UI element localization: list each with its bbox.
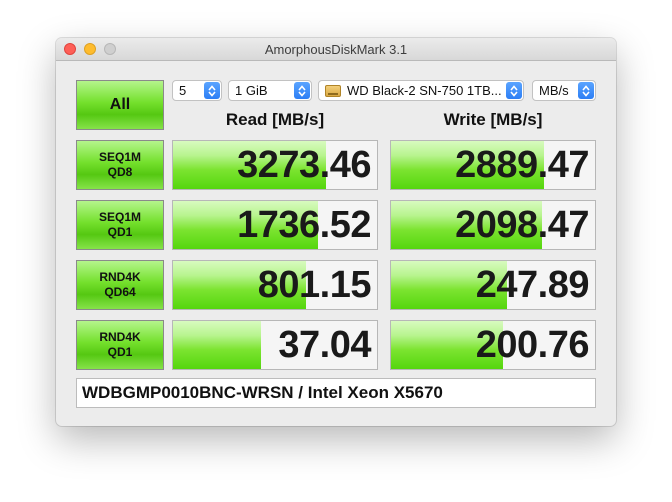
test-label-line2: QD8	[107, 165, 133, 179]
read-result-cell: 801.15	[172, 260, 378, 310]
read-value: 3273.46	[237, 143, 371, 186]
title-bar: AmorphousDiskMark 3.1	[56, 38, 616, 61]
read-result-cell: 37.04	[172, 320, 378, 370]
drive-value: WD Black-2 SN-750 1TB...	[347, 83, 502, 98]
write-result-cell: 247.89	[390, 260, 596, 310]
read-header: Read [MB/s]	[225, 110, 325, 129]
test-button-seq1m-qd1[interactable]: SEQ1M QD1	[76, 200, 164, 250]
test-button-rnd4k-qd1[interactable]: RND4K QD1	[76, 320, 164, 370]
drive-select[interactable]: WD Black-2 SN-750 1TB...	[318, 80, 524, 101]
test-label-line1: RND4K	[99, 270, 141, 284]
read-progress-fill	[173, 321, 261, 369]
window-title: AmorphousDiskMark 3.1	[264, 42, 408, 57]
read-value: 801.15	[257, 263, 372, 306]
test-label-line2: QD64	[104, 285, 136, 299]
test-button-rnd4k-qd64[interactable]: RND4K QD64	[76, 260, 164, 310]
unit-select[interactable]: MB/s	[532, 80, 596, 101]
chevron-updown-icon	[506, 82, 522, 99]
read-result-cell: 3273.46	[172, 140, 378, 190]
write-result-cell: 2098.47	[390, 200, 596, 250]
read-value: 1736.52	[237, 203, 371, 246]
unit-value: MB/s	[539, 83, 569, 98]
size-value: 1 GiB	[235, 83, 268, 98]
write-value: 2889.47	[455, 143, 589, 186]
count-select[interactable]: 5	[172, 80, 222, 101]
size-select[interactable]: 1 GiB	[228, 80, 312, 101]
chevron-updown-icon	[578, 82, 594, 99]
test-label-line1: RND4K	[99, 330, 141, 344]
all-button[interactable]: All	[76, 80, 164, 130]
comment-field[interactable]: WDBGMP0010BNC-WRSN / Intel Xeon X5670	[76, 378, 596, 408]
write-result-cell: 200.76	[390, 320, 596, 370]
test-label-line1: SEQ1M	[98, 150, 141, 164]
test-label-line2: QD1	[107, 345, 133, 359]
app-window: AmorphousDiskMark 3.1 All 5 1 GiB WD Bla…	[56, 38, 616, 426]
chevron-updown-icon	[294, 82, 310, 99]
write-value: 247.89	[475, 263, 590, 306]
read-result-cell: 1736.52	[172, 200, 378, 250]
write-value: 2098.47	[455, 203, 589, 246]
chevron-updown-icon	[204, 82, 220, 99]
read-value: 37.04	[278, 323, 371, 366]
write-value: 200.76	[475, 323, 590, 366]
count-value: 5	[179, 83, 187, 98]
test-label-line1: SEQ1M	[98, 210, 141, 224]
test-button-seq1m-qd8[interactable]: SEQ1M QD8	[76, 140, 164, 190]
test-label-line2: QD1	[107, 225, 133, 239]
drive-icon	[325, 84, 341, 97]
write-result-cell: 2889.47	[390, 140, 596, 190]
write-header: Write [MB/s]	[443, 110, 543, 129]
